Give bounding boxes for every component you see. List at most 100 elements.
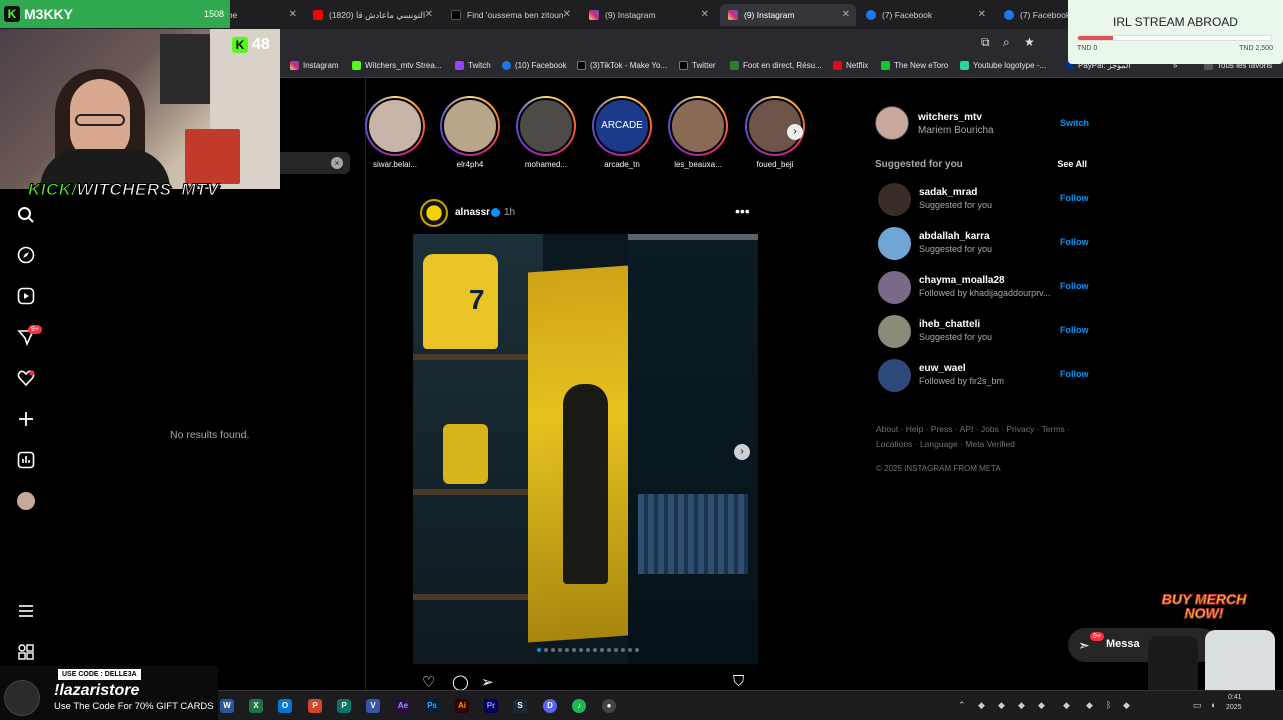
close-tab-icon[interactable]: ✕ bbox=[842, 9, 850, 20]
story-item[interactable]: ARCADE arcade_tn bbox=[591, 96, 653, 169]
bookmark-facebook[interactable]: (10) Facebook bbox=[502, 61, 567, 70]
bookmark-witchers-stream[interactable]: Witchers_mtv Strea... bbox=[352, 61, 441, 70]
facebook-icon bbox=[502, 61, 511, 70]
more-options-icon[interactable]: ••• bbox=[735, 203, 750, 219]
kick-logo-icon: K bbox=[4, 6, 20, 22]
comment-icon[interactable]: ◯ bbox=[452, 673, 469, 691]
bluetooth-icon[interactable]: ᛒ bbox=[1106, 700, 1111, 710]
suggested-username[interactable]: euw_wael bbox=[919, 363, 966, 374]
bookmark-youtube-logo[interactable]: Youtube logotype -... bbox=[960, 61, 1046, 70]
follow-button[interactable]: Follow bbox=[1060, 369, 1089, 379]
tab-instagram-1[interactable]: (9) Instagram ✕ bbox=[581, 4, 715, 26]
tray-app-icon[interactable]: ◆ bbox=[1063, 700, 1070, 711]
discord-icon[interactable]: D bbox=[543, 699, 557, 713]
excel-icon[interactable]: X bbox=[249, 699, 263, 713]
spotify-icon[interactable]: ♪ bbox=[572, 699, 586, 713]
visio-icon[interactable]: V bbox=[366, 699, 380, 713]
powerpoint-icon[interactable]: P bbox=[308, 699, 322, 713]
photoshop-icon[interactable]: Ps bbox=[425, 699, 439, 713]
bookmark-twitch[interactable]: Twitch bbox=[455, 61, 491, 70]
see-all-link[interactable]: See All bbox=[1057, 159, 1087, 169]
save-bookmark-icon[interactable]: ⛉ bbox=[733, 673, 744, 690]
stories-next-icon[interactable]: › bbox=[787, 124, 803, 140]
premiere-icon[interactable]: Pr bbox=[484, 699, 498, 713]
suggested-username[interactable]: sadak_mrad bbox=[919, 187, 977, 198]
tray-app-icon[interactable]: ◆ bbox=[978, 700, 985, 711]
tab-instagram-active[interactable]: (9) Instagram ✕ bbox=[720, 4, 856, 26]
follow-button[interactable]: Follow bbox=[1060, 237, 1089, 247]
close-tab-icon[interactable]: ✕ bbox=[425, 9, 433, 20]
suggested-user-avatar[interactable] bbox=[878, 183, 911, 216]
close-tab-icon[interactable]: ✕ bbox=[701, 9, 709, 20]
suggested-username[interactable]: iheb_chatteli bbox=[919, 319, 980, 330]
post-author-username[interactable]: alnassr bbox=[455, 207, 490, 218]
bookmark-twitter[interactable]: Twitter bbox=[679, 61, 716, 70]
tray-expand-icon[interactable]: ⌃ bbox=[958, 700, 966, 711]
create-plus-icon[interactable] bbox=[17, 410, 35, 428]
explore-icon[interactable] bbox=[17, 246, 35, 264]
bookmark-tiktok[interactable]: (3)TikTok - Make Yo... bbox=[577, 61, 667, 70]
dashboard-icon[interactable] bbox=[17, 451, 35, 469]
next-image-icon[interactable]: › bbox=[734, 444, 750, 460]
steam-icon[interactable]: S bbox=[513, 699, 527, 713]
menu-hamburger-icon[interactable] bbox=[17, 602, 35, 620]
post-image[interactable]: 7 › bbox=[413, 234, 758, 664]
close-tab-icon[interactable]: ✕ bbox=[978, 9, 986, 20]
tab-tiktok-search[interactable]: Find 'oussema ben zitoun ✕ bbox=[443, 4, 577, 26]
arcade-logo: ARCADE bbox=[594, 98, 650, 154]
bookmark-etoro[interactable]: The New eToro bbox=[881, 61, 948, 70]
zoom-icon[interactable]: ⌕ bbox=[1003, 35, 1010, 50]
follow-button[interactable]: Follow bbox=[1060, 281, 1089, 291]
tab-facebook-1[interactable]: (7) Facebook ✕ bbox=[858, 4, 992, 26]
account-avatar[interactable] bbox=[875, 106, 909, 140]
follow-button[interactable]: Follow bbox=[1060, 325, 1089, 335]
outlook-icon[interactable]: O bbox=[278, 699, 292, 713]
share-icon[interactable]: ➢ bbox=[481, 673, 494, 691]
search-icon[interactable] bbox=[17, 206, 35, 224]
display-icon[interactable]: ▭ bbox=[1193, 700, 1202, 711]
after-effects-icon[interactable]: Ae bbox=[396, 699, 410, 713]
close-tab-icon[interactable]: ✕ bbox=[563, 9, 571, 20]
footer-links[interactable]: About · Help · Press · API · Jobs · Priv… bbox=[876, 422, 1076, 452]
tab-facebook-2[interactable]: (7) Facebook bbox=[996, 4, 1068, 26]
illustrator-icon[interactable]: Ai bbox=[455, 699, 469, 713]
meta-apps-icon[interactable] bbox=[17, 643, 35, 661]
switch-account-link[interactable]: Switch bbox=[1060, 118, 1089, 128]
post-author-avatar[interactable] bbox=[420, 199, 448, 227]
bookmark-instagram[interactable]: Instagram bbox=[290, 61, 339, 70]
obs-icon[interactable]: ● bbox=[602, 699, 616, 713]
story-item[interactable]: mohamed... bbox=[515, 96, 577, 169]
tray-app-icon[interactable]: ◆ bbox=[1086, 700, 1093, 711]
story-item[interactable]: les_beauxa... bbox=[667, 96, 729, 169]
tray-app-icon[interactable]: ◆ bbox=[1123, 700, 1130, 711]
suggested-user-avatar[interactable] bbox=[878, 227, 911, 260]
story-item[interactable]: elr4ph4 bbox=[439, 96, 501, 169]
suggested-user-avatar[interactable] bbox=[878, 315, 911, 348]
like-heart-icon[interactable]: ♡ bbox=[422, 673, 435, 691]
system-clock[interactable]: 0:41 2025 bbox=[1226, 693, 1242, 713]
story-item[interactable]: siwar.belai... bbox=[364, 96, 426, 169]
follow-button[interactable]: Follow bbox=[1060, 193, 1089, 203]
word-icon[interactable]: W bbox=[220, 699, 234, 713]
screen-share-icon[interactable]: ⧉ bbox=[981, 35, 990, 50]
account-username[interactable]: witchers_mtv bbox=[918, 112, 982, 123]
tray-app-icon[interactable]: ◆ bbox=[1038, 700, 1045, 711]
reels-icon[interactable] bbox=[17, 287, 35, 305]
volume-icon[interactable]: ◖ bbox=[1210, 700, 1215, 710]
publisher-icon[interactable]: P bbox=[337, 699, 351, 713]
suggested-username[interactable]: chayma_moalla28 bbox=[919, 275, 1005, 286]
tab-youtube-video[interactable]: (1820) التونسي ماعادش قا ✕ bbox=[305, 4, 439, 26]
close-tab-icon[interactable]: ✕ bbox=[289, 9, 297, 20]
bookmark-netflix[interactable]: Netflix bbox=[833, 61, 868, 70]
notifications-heart-icon[interactable] bbox=[17, 369, 35, 387]
suggested-user-avatar[interactable] bbox=[878, 359, 911, 392]
tray-app-icon[interactable]: ◆ bbox=[998, 700, 1005, 711]
bookmark-star-icon[interactable]: ★ bbox=[1024, 35, 1035, 49]
clear-search-icon[interactable]: × bbox=[331, 157, 343, 169]
tray-app-icon[interactable]: ◆ bbox=[1018, 700, 1025, 711]
suggested-username[interactable]: abdallah_karra bbox=[919, 231, 990, 242]
profile-avatar[interactable] bbox=[17, 492, 35, 510]
kick-handle: KICK/WITCHERS_MTV bbox=[28, 180, 219, 200]
suggested-user-avatar[interactable] bbox=[878, 271, 911, 304]
bookmark-foot[interactable]: Foot en direct, Résu... bbox=[730, 61, 822, 70]
